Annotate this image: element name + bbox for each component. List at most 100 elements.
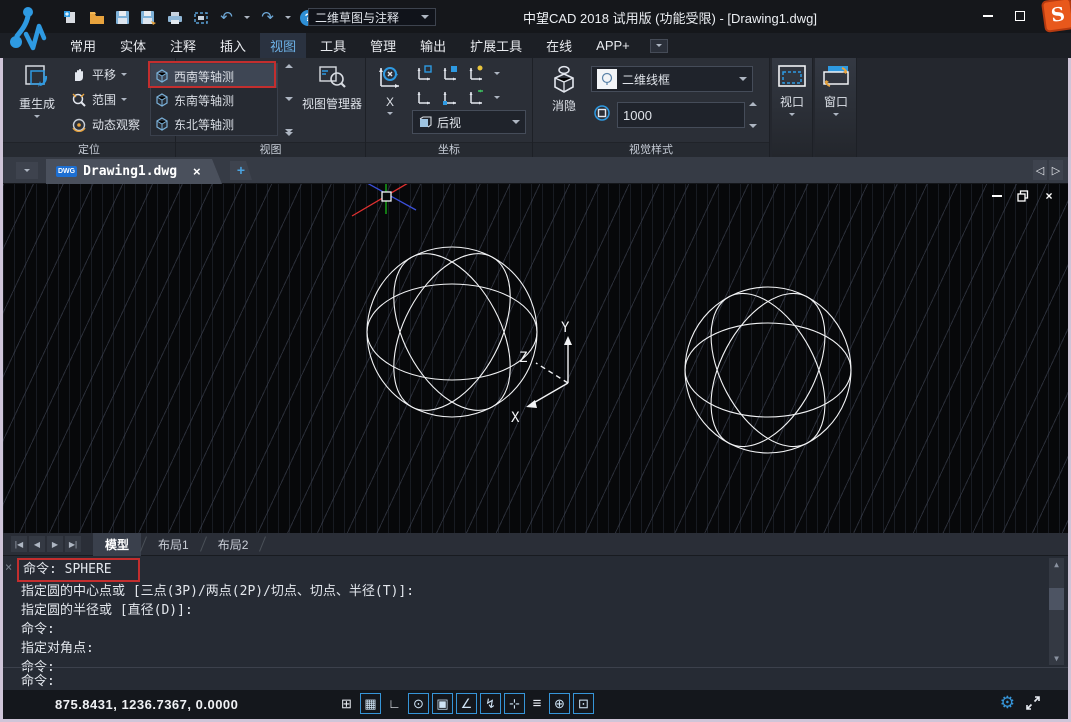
drawing-restore-button[interactable] (1016, 190, 1030, 202)
new-document-button[interactable]: + (230, 161, 252, 180)
zoom-extents-button[interactable]: 范围 (71, 91, 127, 108)
orbit-button[interactable]: 动态观察 (71, 116, 140, 133)
chevron-down-icon (739, 77, 747, 81)
new-file-icon[interactable] (62, 10, 79, 26)
orbit-icon (71, 117, 87, 133)
command-scrollbar[interactable]: ▲ ▼ (1049, 558, 1064, 665)
layout-next-button[interactable]: ▶ (47, 536, 63, 552)
visual-style-value: 二维线框 (622, 71, 734, 88)
ucs-object-icon[interactable] (468, 64, 486, 82)
command-close-icon[interactable]: × (5, 560, 12, 574)
tab-view[interactable]: 视图 (260, 33, 306, 58)
application-window: ↶ ↷ ? 二维草图与注释 中望CAD 2018 试用版 (功能受限) - [D… (0, 0, 1071, 722)
visual-style-dropdown[interactable]: 二维线框 (591, 66, 753, 92)
redo-icon[interactable]: ↷ (259, 10, 276, 26)
scroll-up-icon[interactable] (285, 64, 293, 68)
layout-first-button[interactable]: |◀ (11, 536, 27, 552)
document-tab[interactable]: DWG Drawing1.dwg × (46, 159, 222, 184)
view-item-ne-isometric[interactable]: 东北等轴测 (151, 112, 277, 136)
drawing-canvas[interactable]: × Y (3, 184, 1068, 533)
drawing-close-button[interactable]: × (1042, 190, 1056, 202)
save-icon[interactable] (114, 10, 131, 26)
ucs-z-axis-icon[interactable] (468, 88, 486, 106)
tab-layout2[interactable]: 布局2 (206, 533, 261, 556)
chevron-down-icon[interactable] (494, 96, 500, 99)
save-as-icon[interactable] (140, 10, 157, 26)
view-item-label: 东南等轴测 (174, 92, 234, 109)
layout-prev-button[interactable]: ◀ (29, 536, 45, 552)
hide-cube-icon (549, 64, 579, 94)
ucs-world-icon[interactable] (416, 64, 434, 82)
window-button[interactable]: 窗口 (818, 64, 854, 116)
gallery-expand-icon[interactable] (285, 129, 293, 136)
document-list-button[interactable] (16, 162, 38, 179)
sync-viewport-icon[interactable]: ⊡ (573, 693, 594, 714)
spinner-down-icon[interactable] (749, 124, 757, 128)
grid-toggle-icon[interactable]: ▦ (360, 693, 381, 714)
print-icon[interactable] (166, 10, 183, 26)
polar-toggle-icon[interactable]: ⊙ (408, 693, 429, 714)
window-maximize-button[interactable] (1011, 8, 1029, 24)
orbit-label: 动态观察 (92, 116, 140, 133)
tab-express-tools[interactable]: 扩展工具 (460, 33, 532, 58)
undo-dropdown-icon[interactable] (244, 16, 250, 19)
status-menu-icon[interactable]: ≡ (528, 693, 546, 714)
viewport-button[interactable]: 视口 (774, 64, 810, 116)
ortho-toggle-icon[interactable]: ∟ (384, 693, 405, 714)
tab-annotate[interactable]: 注释 (160, 33, 206, 58)
open-file-icon[interactable] (88, 10, 105, 26)
workspace-dropdown[interactable]: 二维草图与注释 (308, 8, 436, 26)
named-view-value: 后视 (437, 114, 507, 131)
scroll-up-icon[interactable]: ▲ (1054, 560, 1059, 569)
tab-app-plus[interactable]: APP+ (586, 35, 640, 56)
chevron-down-icon[interactable] (494, 72, 500, 75)
command-input[interactable]: 命令: (21, 670, 55, 689)
add-viewport-icon[interactable]: ⊕ (549, 693, 570, 714)
drawing-minimize-button[interactable] (990, 190, 1004, 202)
detail-value-input[interactable]: 1000 (617, 102, 745, 128)
pan-button[interactable]: 平移 (71, 66, 127, 83)
window-minimize-button[interactable] (979, 8, 997, 24)
osnap-toggle-icon[interactable]: ▣ (432, 693, 453, 714)
chevron-down-icon (24, 169, 30, 172)
tab-layout1[interactable]: 布局1 (146, 533, 201, 556)
tab-home[interactable]: 常用 (60, 33, 106, 58)
tab-scroll-right-icon[interactable]: ▷ (1049, 160, 1063, 180)
plot-preview-icon[interactable] (192, 10, 209, 26)
view-manager-button[interactable]: 视图管理器 (302, 64, 362, 112)
document-close-icon[interactable]: × (193, 164, 201, 179)
ucs-icon-row-2 (416, 88, 500, 106)
ucs-previous-icon[interactable] (416, 88, 434, 106)
fullscreen-icon[interactable] (1025, 695, 1041, 711)
hide-button[interactable]: 消隐 (543, 64, 585, 114)
tab-insert[interactable]: 插入 (210, 33, 256, 58)
tab-manage[interactable]: 管理 (360, 33, 406, 58)
undo-icon[interactable]: ↶ (218, 10, 235, 26)
spinner-up-icon[interactable] (749, 102, 757, 106)
tab-solid[interactable]: 实体 (110, 33, 156, 58)
layout-last-button[interactable]: ▶| (65, 536, 81, 552)
dynamic-ucs-toggle-icon[interactable]: ↯ (480, 693, 501, 714)
ribbon-options-button[interactable] (650, 39, 668, 53)
ucs-rotate-x-button[interactable]: X (372, 62, 408, 115)
tab-online[interactable]: 在线 (536, 33, 582, 58)
scroll-down-icon[interactable]: ▼ (1054, 654, 1059, 663)
dynamic-input-toggle-icon[interactable]: ⊹ (504, 693, 525, 714)
otrack-toggle-icon[interactable]: ∠ (456, 693, 477, 714)
tab-output[interactable]: 输出 (410, 33, 456, 58)
view-item-se-isometric[interactable]: 东南等轴测 (151, 88, 277, 112)
named-view-dropdown[interactable]: 后视 (412, 110, 526, 134)
gear-icon[interactable]: ⚙ (1000, 693, 1015, 713)
tab-tools[interactable]: 工具 (310, 33, 356, 58)
tab-model[interactable]: 模型 (93, 533, 141, 556)
scroll-down-icon[interactable] (285, 97, 293, 101)
dwg-file-icon: DWG (56, 166, 77, 177)
redo-dropdown-icon[interactable] (285, 16, 291, 19)
ucs-named-icon[interactable] (442, 64, 460, 82)
sphere-wireframe-right (685, 275, 851, 466)
ucs-origin-icon[interactable] (442, 88, 460, 106)
command-scrollbar-thumb[interactable] (1049, 588, 1064, 610)
tab-scroll-left-icon[interactable]: ◁ (1033, 160, 1047, 180)
regen-button[interactable]: 重生成 (11, 62, 63, 118)
snap-toggle-icon[interactable]: ⊞ (336, 693, 357, 714)
